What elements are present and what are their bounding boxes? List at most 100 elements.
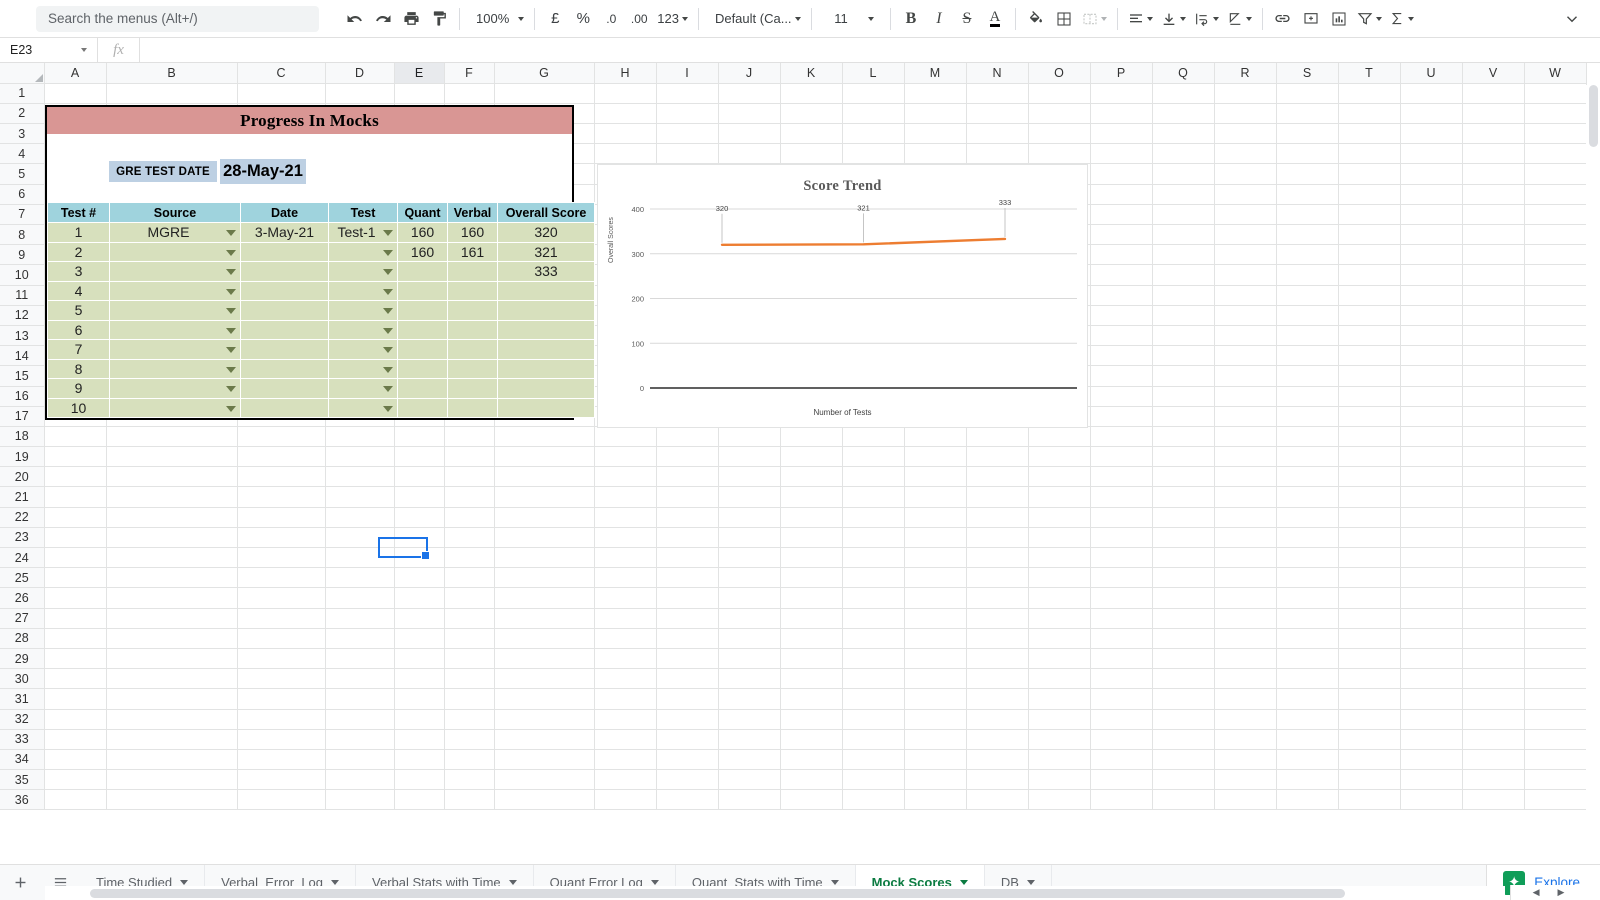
cell-N23[interactable] <box>966 527 1029 549</box>
cell-U4[interactable] <box>1400 143 1463 165</box>
cell-W6[interactable] <box>1524 184 1587 205</box>
cell-I2[interactable] <box>656 103 719 125</box>
cell-T13[interactable] <box>1338 325 1401 347</box>
cell-U16[interactable] <box>1400 386 1463 407</box>
cell-Q15[interactable] <box>1152 365 1215 387</box>
cell-N22[interactable] <box>966 507 1029 528</box>
cell-source-dropdown[interactable] <box>109 339 241 360</box>
cell-I34[interactable] <box>656 749 719 771</box>
cell-O25[interactable] <box>1028 567 1091 589</box>
cell-B26[interactable] <box>106 587 238 609</box>
select-all-corner[interactable] <box>0 63 45 84</box>
cell-K20[interactable] <box>780 466 843 488</box>
cell-V13[interactable] <box>1462 325 1525 347</box>
cell-S36[interactable] <box>1276 789 1339 811</box>
cell-V27[interactable] <box>1462 608 1525 629</box>
cell-H34[interactable] <box>594 749 657 771</box>
cell-I27[interactable] <box>656 608 719 629</box>
cell-I20[interactable] <box>656 466 719 488</box>
cell-R24[interactable] <box>1214 547 1277 569</box>
cell-S7[interactable] <box>1276 204 1339 226</box>
cell-A27[interactable] <box>44 608 107 629</box>
cell-E33[interactable] <box>394 729 445 750</box>
cell-U24[interactable] <box>1400 547 1463 569</box>
cell-A24[interactable] <box>44 547 107 569</box>
cell-T15[interactable] <box>1338 365 1401 387</box>
cell-A35[interactable] <box>44 769 107 791</box>
cell-P11[interactable] <box>1090 285 1153 306</box>
row-header-17[interactable]: 17 <box>0 406 45 427</box>
cell-verbal[interactable] <box>447 339 498 360</box>
cell-date[interactable] <box>240 397 329 418</box>
cell-G28[interactable] <box>494 628 595 649</box>
cell-F33[interactable] <box>444 729 495 750</box>
cell-P26[interactable] <box>1090 587 1153 609</box>
cell-G20[interactable] <box>494 466 595 488</box>
cell-test-dropdown[interactable] <box>328 339 398 360</box>
cell-S34[interactable] <box>1276 749 1339 771</box>
cell-I23[interactable] <box>656 527 719 549</box>
cell-source-dropdown[interactable] <box>109 397 241 418</box>
cell-W14[interactable] <box>1524 345 1587 367</box>
cell-B29[interactable] <box>106 648 238 670</box>
cell-M25[interactable] <box>904 567 967 589</box>
cell-P1[interactable] <box>1090 83 1153 104</box>
cell-E18[interactable] <box>394 426 445 448</box>
cell-O19[interactable] <box>1028 446 1091 468</box>
cell-N36[interactable] <box>966 789 1029 811</box>
cell-I33[interactable] <box>656 729 719 750</box>
cell-Q13[interactable] <box>1152 325 1215 347</box>
cell-V15[interactable] <box>1462 365 1525 387</box>
cell-C22[interactable] <box>237 507 326 528</box>
cell-M23[interactable] <box>904 527 967 549</box>
cell-test-number[interactable]: 7 <box>47 339 110 360</box>
cell-T11[interactable] <box>1338 285 1401 306</box>
cell-V16[interactable] <box>1462 386 1525 407</box>
cell-Q32[interactable] <box>1152 709 1215 730</box>
cell-quant[interactable] <box>397 358 448 379</box>
cell-T9[interactable] <box>1338 244 1401 266</box>
cell-S13[interactable] <box>1276 325 1339 347</box>
cell-S25[interactable] <box>1276 567 1339 589</box>
cell-S20[interactable] <box>1276 466 1339 488</box>
cell-V3[interactable] <box>1462 123 1525 145</box>
cell-Q17[interactable] <box>1152 406 1215 427</box>
cell-D35[interactable] <box>325 769 395 791</box>
cell-W24[interactable] <box>1524 547 1587 569</box>
cell-V26[interactable] <box>1462 587 1525 609</box>
cell-R17[interactable] <box>1214 406 1277 427</box>
cell-V14[interactable] <box>1462 345 1525 367</box>
cell-R12[interactable] <box>1214 305 1277 326</box>
row-header-2[interactable]: 2 <box>0 103 45 125</box>
cell-W4[interactable] <box>1524 143 1587 165</box>
cell-N28[interactable] <box>966 628 1029 649</box>
horizontal-scrollbar[interactable] <box>45 886 1505 900</box>
cell-G35[interactable] <box>494 769 595 791</box>
cell-M18[interactable] <box>904 426 967 448</box>
cell-T3[interactable] <box>1338 123 1401 145</box>
cell-test-dropdown[interactable] <box>328 300 398 321</box>
cell-overall-score[interactable]: 320 <box>497 222 595 243</box>
cell-R36[interactable] <box>1214 789 1277 811</box>
cell-V24[interactable] <box>1462 547 1525 569</box>
cell-E36[interactable] <box>394 789 445 811</box>
cell-I24[interactable] <box>656 547 719 569</box>
cell-H28[interactable] <box>594 628 657 649</box>
row-header-15[interactable]: 15 <box>0 365 45 387</box>
row-header-9[interactable]: 9 <box>0 244 45 266</box>
cell-R29[interactable] <box>1214 648 1277 670</box>
cell-I21[interactable] <box>656 486 719 508</box>
cell-A23[interactable] <box>44 527 107 549</box>
column-header-a[interactable]: A <box>44 63 107 84</box>
cell-G30[interactable] <box>494 668 595 690</box>
cell-C25[interactable] <box>237 567 326 589</box>
column-header-u[interactable]: U <box>1400 63 1463 84</box>
cell-O22[interactable] <box>1028 507 1091 528</box>
cell-T7[interactable] <box>1338 204 1401 226</box>
cell-P12[interactable] <box>1090 305 1153 326</box>
cell-D28[interactable] <box>325 628 395 649</box>
cell-U23[interactable] <box>1400 527 1463 549</box>
cell-N26[interactable] <box>966 587 1029 609</box>
cell-L4[interactable] <box>842 143 905 165</box>
cell-Q3[interactable] <box>1152 123 1215 145</box>
